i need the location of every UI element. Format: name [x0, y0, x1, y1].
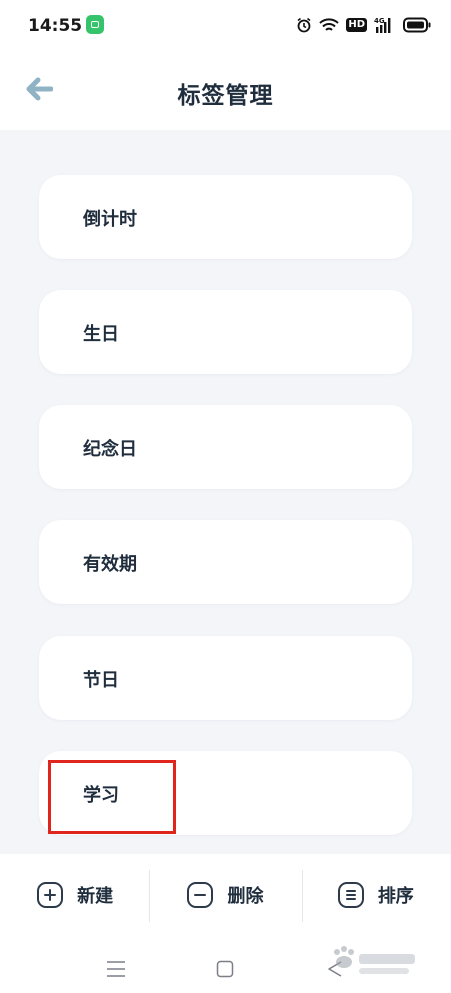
- bottom-toolbar: 新建 删除 排序: [0, 854, 451, 940]
- battery-icon: [403, 17, 431, 33]
- tag-label: 有效期: [83, 554, 137, 575]
- tag-item-expiry[interactable]: 有效期: [39, 520, 412, 604]
- alarm-icon: [296, 17, 312, 33]
- tag-item-countdown[interactable]: 倒计时: [39, 175, 412, 259]
- list-icon: [337, 882, 364, 908]
- watermark-logo: [323, 940, 423, 980]
- delete-tag-button[interactable]: 删除: [150, 852, 300, 938]
- delete-label: 删除: [227, 886, 264, 907]
- new-label: 新建: [77, 886, 114, 907]
- tag-item-study[interactable]: 学习: [39, 751, 412, 835]
- wifi-icon: [319, 17, 340, 33]
- new-tag-button[interactable]: 新建: [0, 852, 150, 938]
- hd-badge: HD: [346, 18, 367, 32]
- tag-label: 纪念日: [83, 439, 137, 460]
- sort-tags-button[interactable]: 排序: [301, 852, 451, 938]
- svg-text:4G: 4G: [374, 17, 385, 25]
- tag-item-holiday[interactable]: 节日: [39, 636, 412, 720]
- tag-label: 生日: [83, 324, 119, 345]
- plus-icon: [37, 882, 64, 908]
- status-time: 14:55: [28, 16, 83, 36]
- sort-label: 排序: [377, 886, 414, 907]
- signal-icon: 4G: [374, 16, 396, 34]
- tag-label: 倒计时: [83, 209, 137, 230]
- app-notification-icon: [86, 15, 104, 34]
- tag-item-birthday[interactable]: 生日: [39, 290, 412, 374]
- tag-label: 学习: [83, 785, 119, 806]
- tag-label: 节日: [83, 670, 119, 691]
- tag-item-anniversary[interactable]: 纪念日: [39, 405, 412, 489]
- menu-nav-icon[interactable]: [106, 960, 126, 982]
- home-nav-icon[interactable]: [216, 960, 234, 982]
- status-icons: HD 4G: [296, 14, 431, 36]
- status-bar: 14:55 HD 4G: [0, 0, 451, 52]
- page-title: 标签管理: [177, 83, 274, 109]
- top-app-bar: 标签管理: [0, 52, 451, 130]
- minus-icon: [187, 882, 214, 908]
